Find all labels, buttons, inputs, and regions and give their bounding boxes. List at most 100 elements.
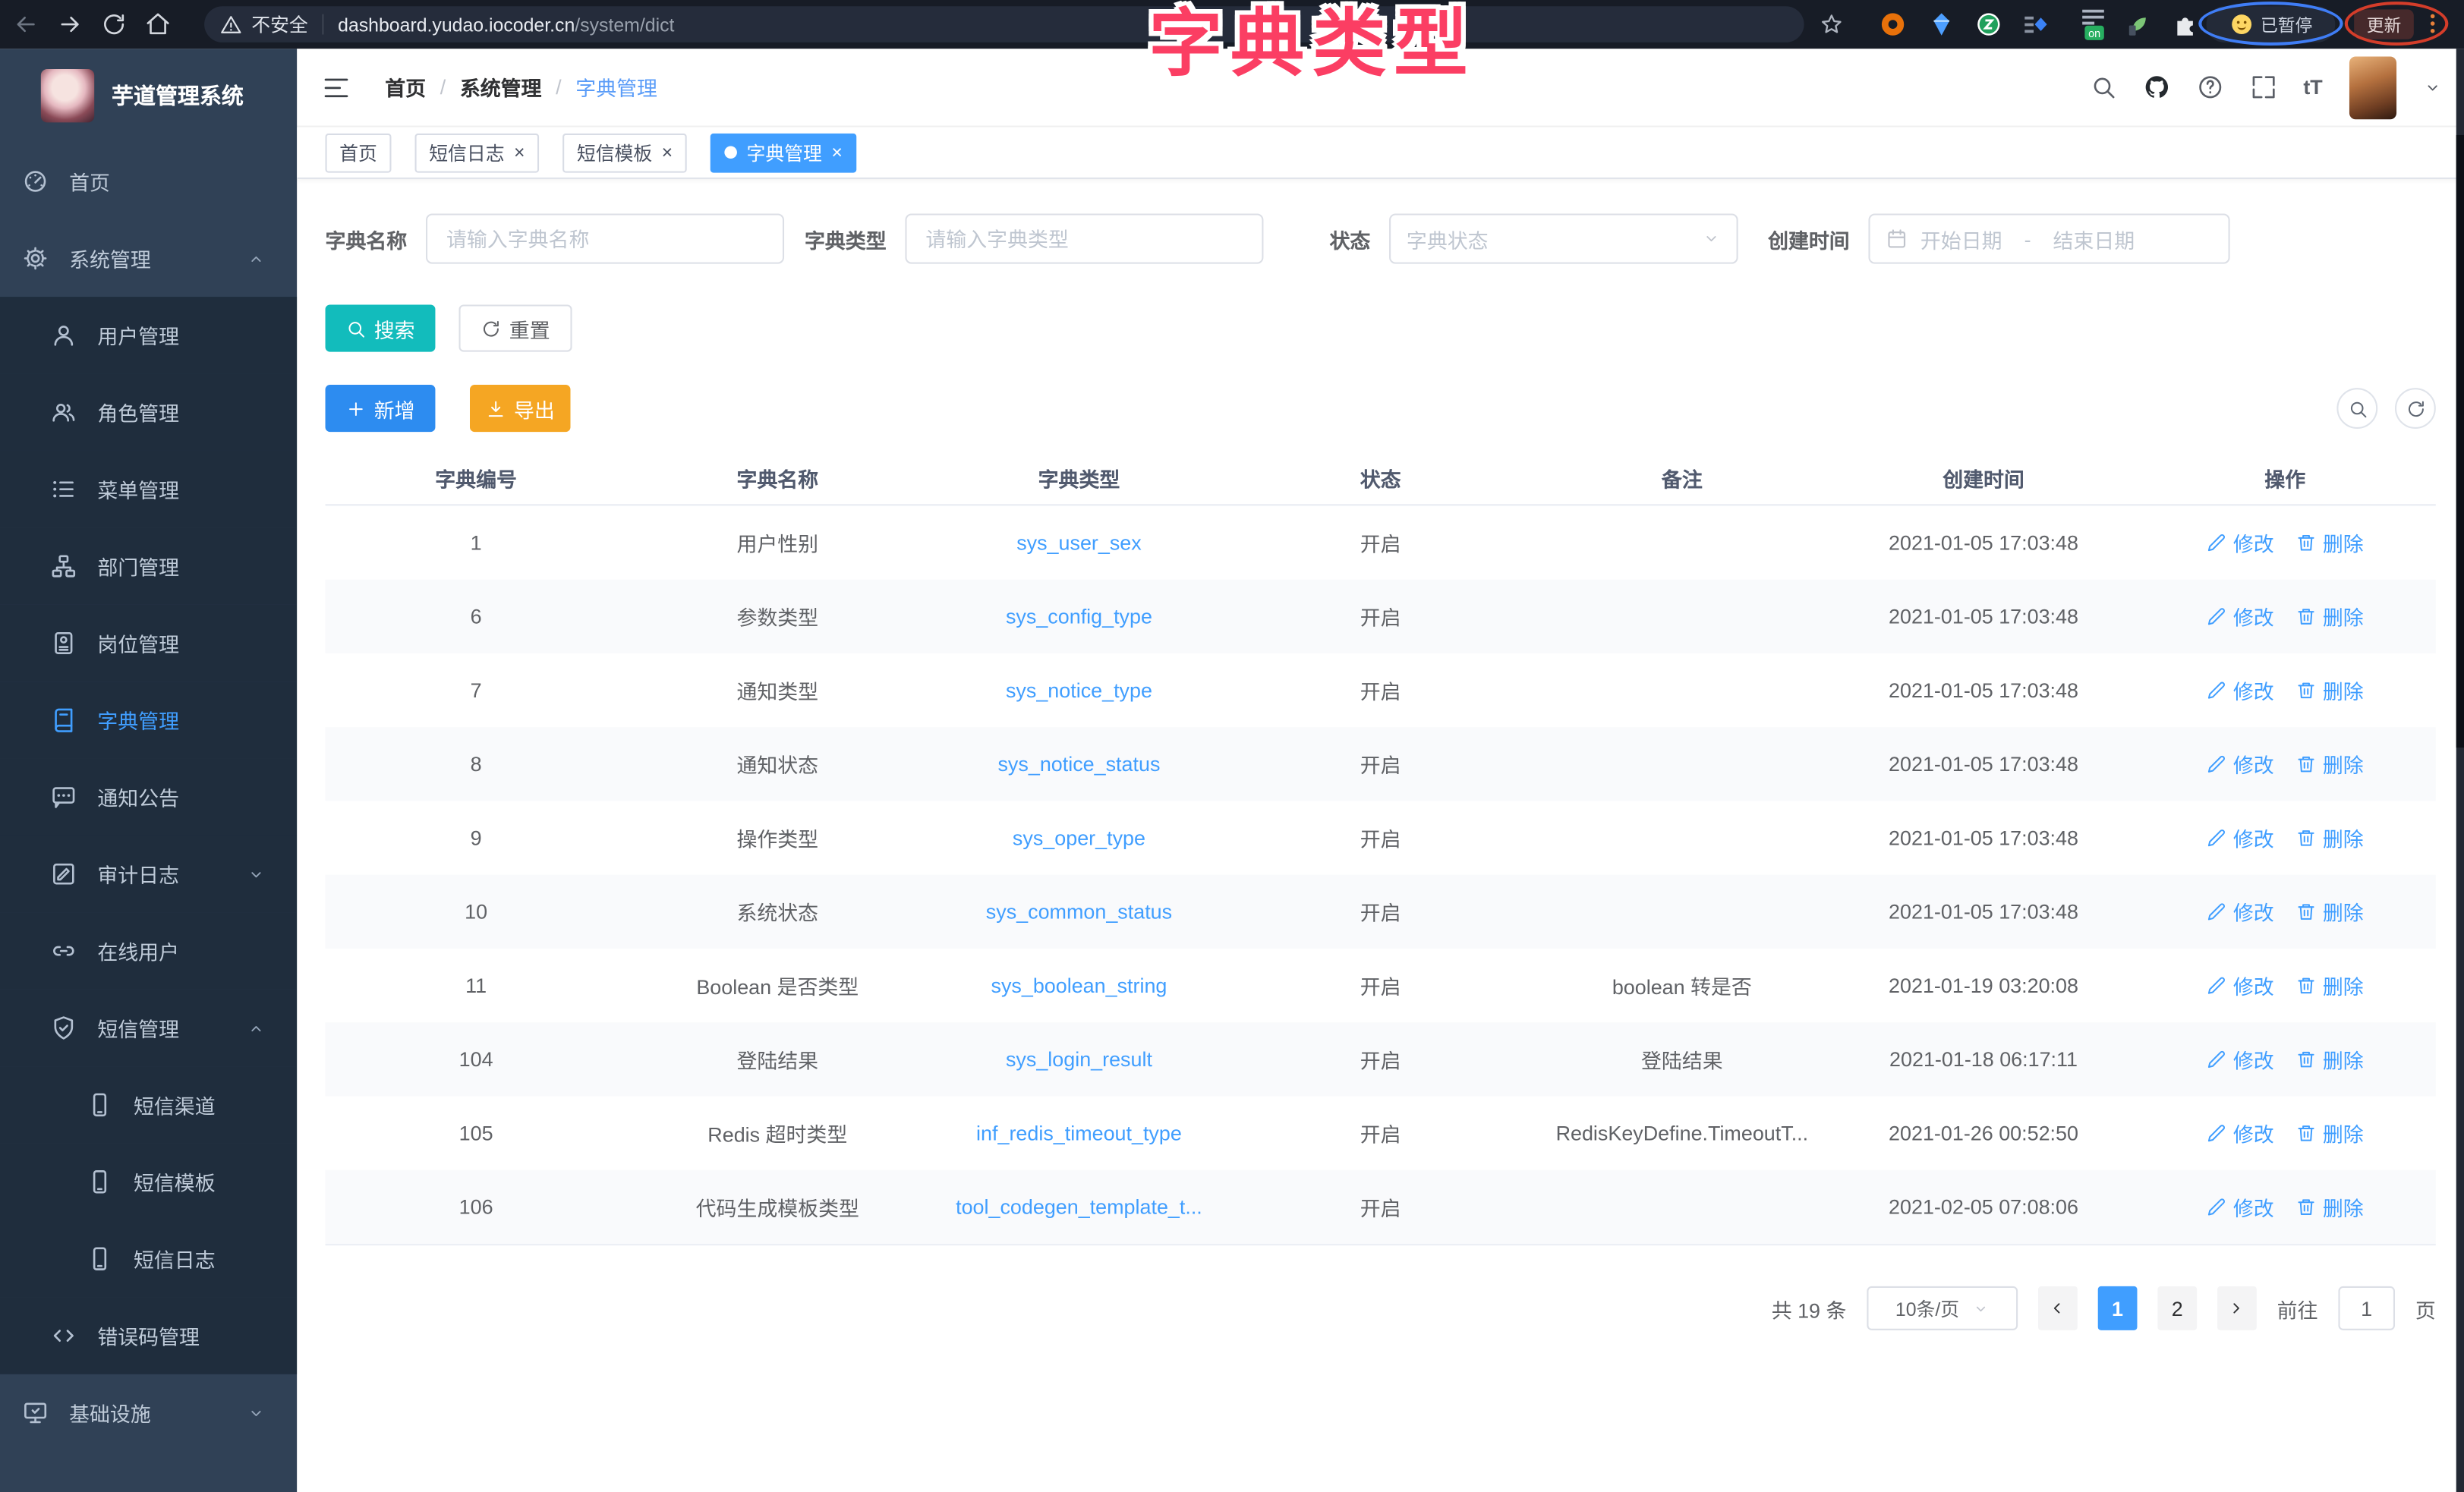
refresh-table-button[interactable] (2395, 388, 2436, 429)
sidebar-item-5[interactable]: 部门管理 (0, 527, 297, 604)
browser-home-icon[interactable] (144, 11, 171, 37)
sidebar-item-2[interactable]: 用户管理 (0, 297, 297, 373)
bookmark-star-icon[interactable] (1820, 13, 1843, 36)
sidebar-item-14[interactable]: 短信日志 (0, 1220, 297, 1297)
dict-type-link[interactable]: inf_redis_timeout_type (976, 1122, 1182, 1145)
browser-back-icon[interactable] (13, 11, 39, 37)
scrollbar-thumb[interactable] (2456, 135, 2464, 748)
prev-page-button[interactable] (2038, 1286, 2078, 1330)
edit-link[interactable]: 修改 (2207, 897, 2274, 927)
dict-name-input[interactable] (426, 213, 784, 263)
tab-1[interactable]: 短信日志 × (415, 133, 540, 172)
search-button[interactable]: 搜索 (326, 304, 436, 351)
dict-type-link[interactable]: tool_codegen_template_t... (956, 1195, 1202, 1219)
status-select[interactable]: 字典状态 (1389, 213, 1738, 263)
close-icon[interactable]: × (662, 143, 673, 162)
tab-0[interactable]: 首页 (326, 133, 392, 172)
browser-forward-icon[interactable] (57, 11, 83, 37)
edit-link[interactable]: 修改 (2207, 1192, 2274, 1222)
font-size-icon[interactable]: tT (2303, 75, 2322, 99)
delete-link[interactable]: 删除 (2296, 749, 2364, 779)
dict-type-link[interactable]: sys_common_status (986, 900, 1172, 924)
paused-extension-badge[interactable]: 已暂停 (2207, 6, 2336, 42)
sidebar-item-9[interactable]: 审计日志 (0, 836, 297, 912)
delete-link[interactable]: 删除 (2296, 897, 2364, 927)
page-button-1[interactable]: 1 (2098, 1286, 2138, 1330)
browser-reload-icon[interactable] (100, 11, 127, 37)
goto-page-input[interactable] (2338, 1286, 2395, 1330)
delete-link[interactable]: 删除 (2296, 675, 2364, 705)
sidebar-toggle-icon[interactable] (322, 73, 350, 101)
breadcrumb-item[interactable]: 首页 (385, 72, 426, 102)
user-avatar[interactable] (2349, 55, 2396, 118)
delete-link[interactable]: 删除 (2296, 602, 2364, 631)
sidebar-item-15[interactable]: 错误码管理 (0, 1297, 297, 1374)
sidebar-item-1[interactable]: 系统管理 (0, 220, 297, 297)
edit-link[interactable]: 修改 (2207, 1044, 2274, 1074)
extension-green-circle-icon[interactable] (1975, 11, 2002, 37)
help-icon[interactable] (2197, 74, 2223, 100)
column-header: 字典编号 (326, 452, 627, 504)
sidebar-item-7[interactable]: 字典管理 (0, 681, 297, 758)
fullscreen-icon[interactable] (2250, 74, 2277, 100)
breadcrumb-item[interactable]: 系统管理 (460, 72, 542, 102)
extension-leaf-icon[interactable] (2125, 11, 2151, 37)
sidebar-item-8[interactable]: 通知公告 (0, 759, 297, 836)
close-icon[interactable]: × (514, 143, 525, 162)
next-page-button[interactable] (2217, 1286, 2257, 1330)
search-icon[interactable] (2090, 74, 2116, 100)
page-button-2[interactable]: 2 (2157, 1286, 2197, 1330)
dict-type-link[interactable]: sys_oper_type (1013, 826, 1145, 850)
edit-link[interactable]: 修改 (2207, 602, 2274, 631)
delete-link[interactable]: 删除 (2296, 1192, 2364, 1222)
sidebar-item-10[interactable]: 在线用户 (0, 912, 297, 989)
edit-link[interactable]: 修改 (2207, 675, 2274, 705)
browser-menu-kebab-icon[interactable] (2420, 11, 2445, 36)
chevron-down-icon[interactable] (2423, 77, 2442, 96)
dict-type-link[interactable]: sys_notice_status (997, 752, 1160, 776)
dict-type-link[interactable]: sys_login_result (1006, 1047, 1152, 1071)
extension-on-badge-icon[interactable]: on (2078, 6, 2109, 42)
address-bar[interactable]: 不安全 dashboard.yudao.iocoder.cn/system/di… (204, 6, 1804, 42)
tab-2[interactable]: 短信模板 × (562, 133, 687, 172)
delete-link[interactable]: 删除 (2296, 1118, 2364, 1147)
delete-link[interactable]: 删除 (2296, 527, 2364, 557)
delete-link[interactable]: 删除 (2296, 971, 2364, 1000)
edit-link[interactable]: 修改 (2207, 749, 2274, 779)
edit-link[interactable]: 修改 (2207, 823, 2274, 852)
sidebar-item-3[interactable]: 角色管理 (0, 374, 297, 451)
dict-type-link[interactable]: sys_user_sex (1016, 530, 1142, 554)
date-range-picker[interactable]: 开始日期 - 结束日期 (1869, 213, 2230, 263)
sidebar-item-11[interactable]: 短信管理 (0, 990, 297, 1066)
app-logo-row[interactable]: 芋道管理系统 (0, 49, 297, 143)
github-icon[interactable] (2143, 74, 2169, 100)
sidebar-item-0[interactable]: 首页 (0, 143, 297, 219)
page-size-select[interactable]: 10条/页 (1867, 1286, 2018, 1330)
sidebar-item-4[interactable]: 菜单管理 (0, 451, 297, 527)
export-button[interactable]: 导出 (470, 385, 571, 432)
toggle-search-button[interactable] (2336, 388, 2377, 429)
close-icon[interactable]: × (831, 143, 843, 162)
sidebar-item-6[interactable]: 岗位管理 (0, 605, 297, 681)
extension-puzzle-icon[interactable] (2172, 11, 2198, 37)
delete-link[interactable]: 删除 (2296, 823, 2364, 852)
extension-diamond-icon[interactable] (2022, 11, 2049, 37)
edit-link[interactable]: 修改 (2207, 1118, 2274, 1147)
delete-link[interactable]: 删除 (2296, 1044, 2364, 1074)
extension-gem-icon[interactable] (1928, 11, 1955, 37)
sidebar-item-12[interactable]: 短信渠道 (0, 1066, 297, 1143)
edit-link[interactable]: 修改 (2207, 527, 2274, 557)
tab-3[interactable]: 字典管理 × (711, 133, 857, 172)
dict-type-link[interactable]: sys_config_type (1006, 605, 1152, 628)
dict-type-link[interactable]: sys_boolean_string (991, 974, 1167, 997)
sidebar-item-13[interactable]: 短信模板 (0, 1144, 297, 1220)
dict-type-link[interactable]: sys_notice_type (1006, 678, 1152, 702)
sidebar-item-16[interactable]: 基础设施 (0, 1374, 297, 1451)
dict-type-input[interactable] (905, 213, 1263, 263)
window-scrollbar[interactable] (2456, 49, 2464, 1492)
extension-donut-icon[interactable] (1880, 11, 1906, 37)
browser-update-button[interactable]: 更新 (2354, 9, 2414, 39)
reset-button[interactable]: 重置 (459, 304, 572, 351)
add-button[interactable]: 新增 (326, 385, 436, 432)
edit-link[interactable]: 修改 (2207, 971, 2274, 1000)
